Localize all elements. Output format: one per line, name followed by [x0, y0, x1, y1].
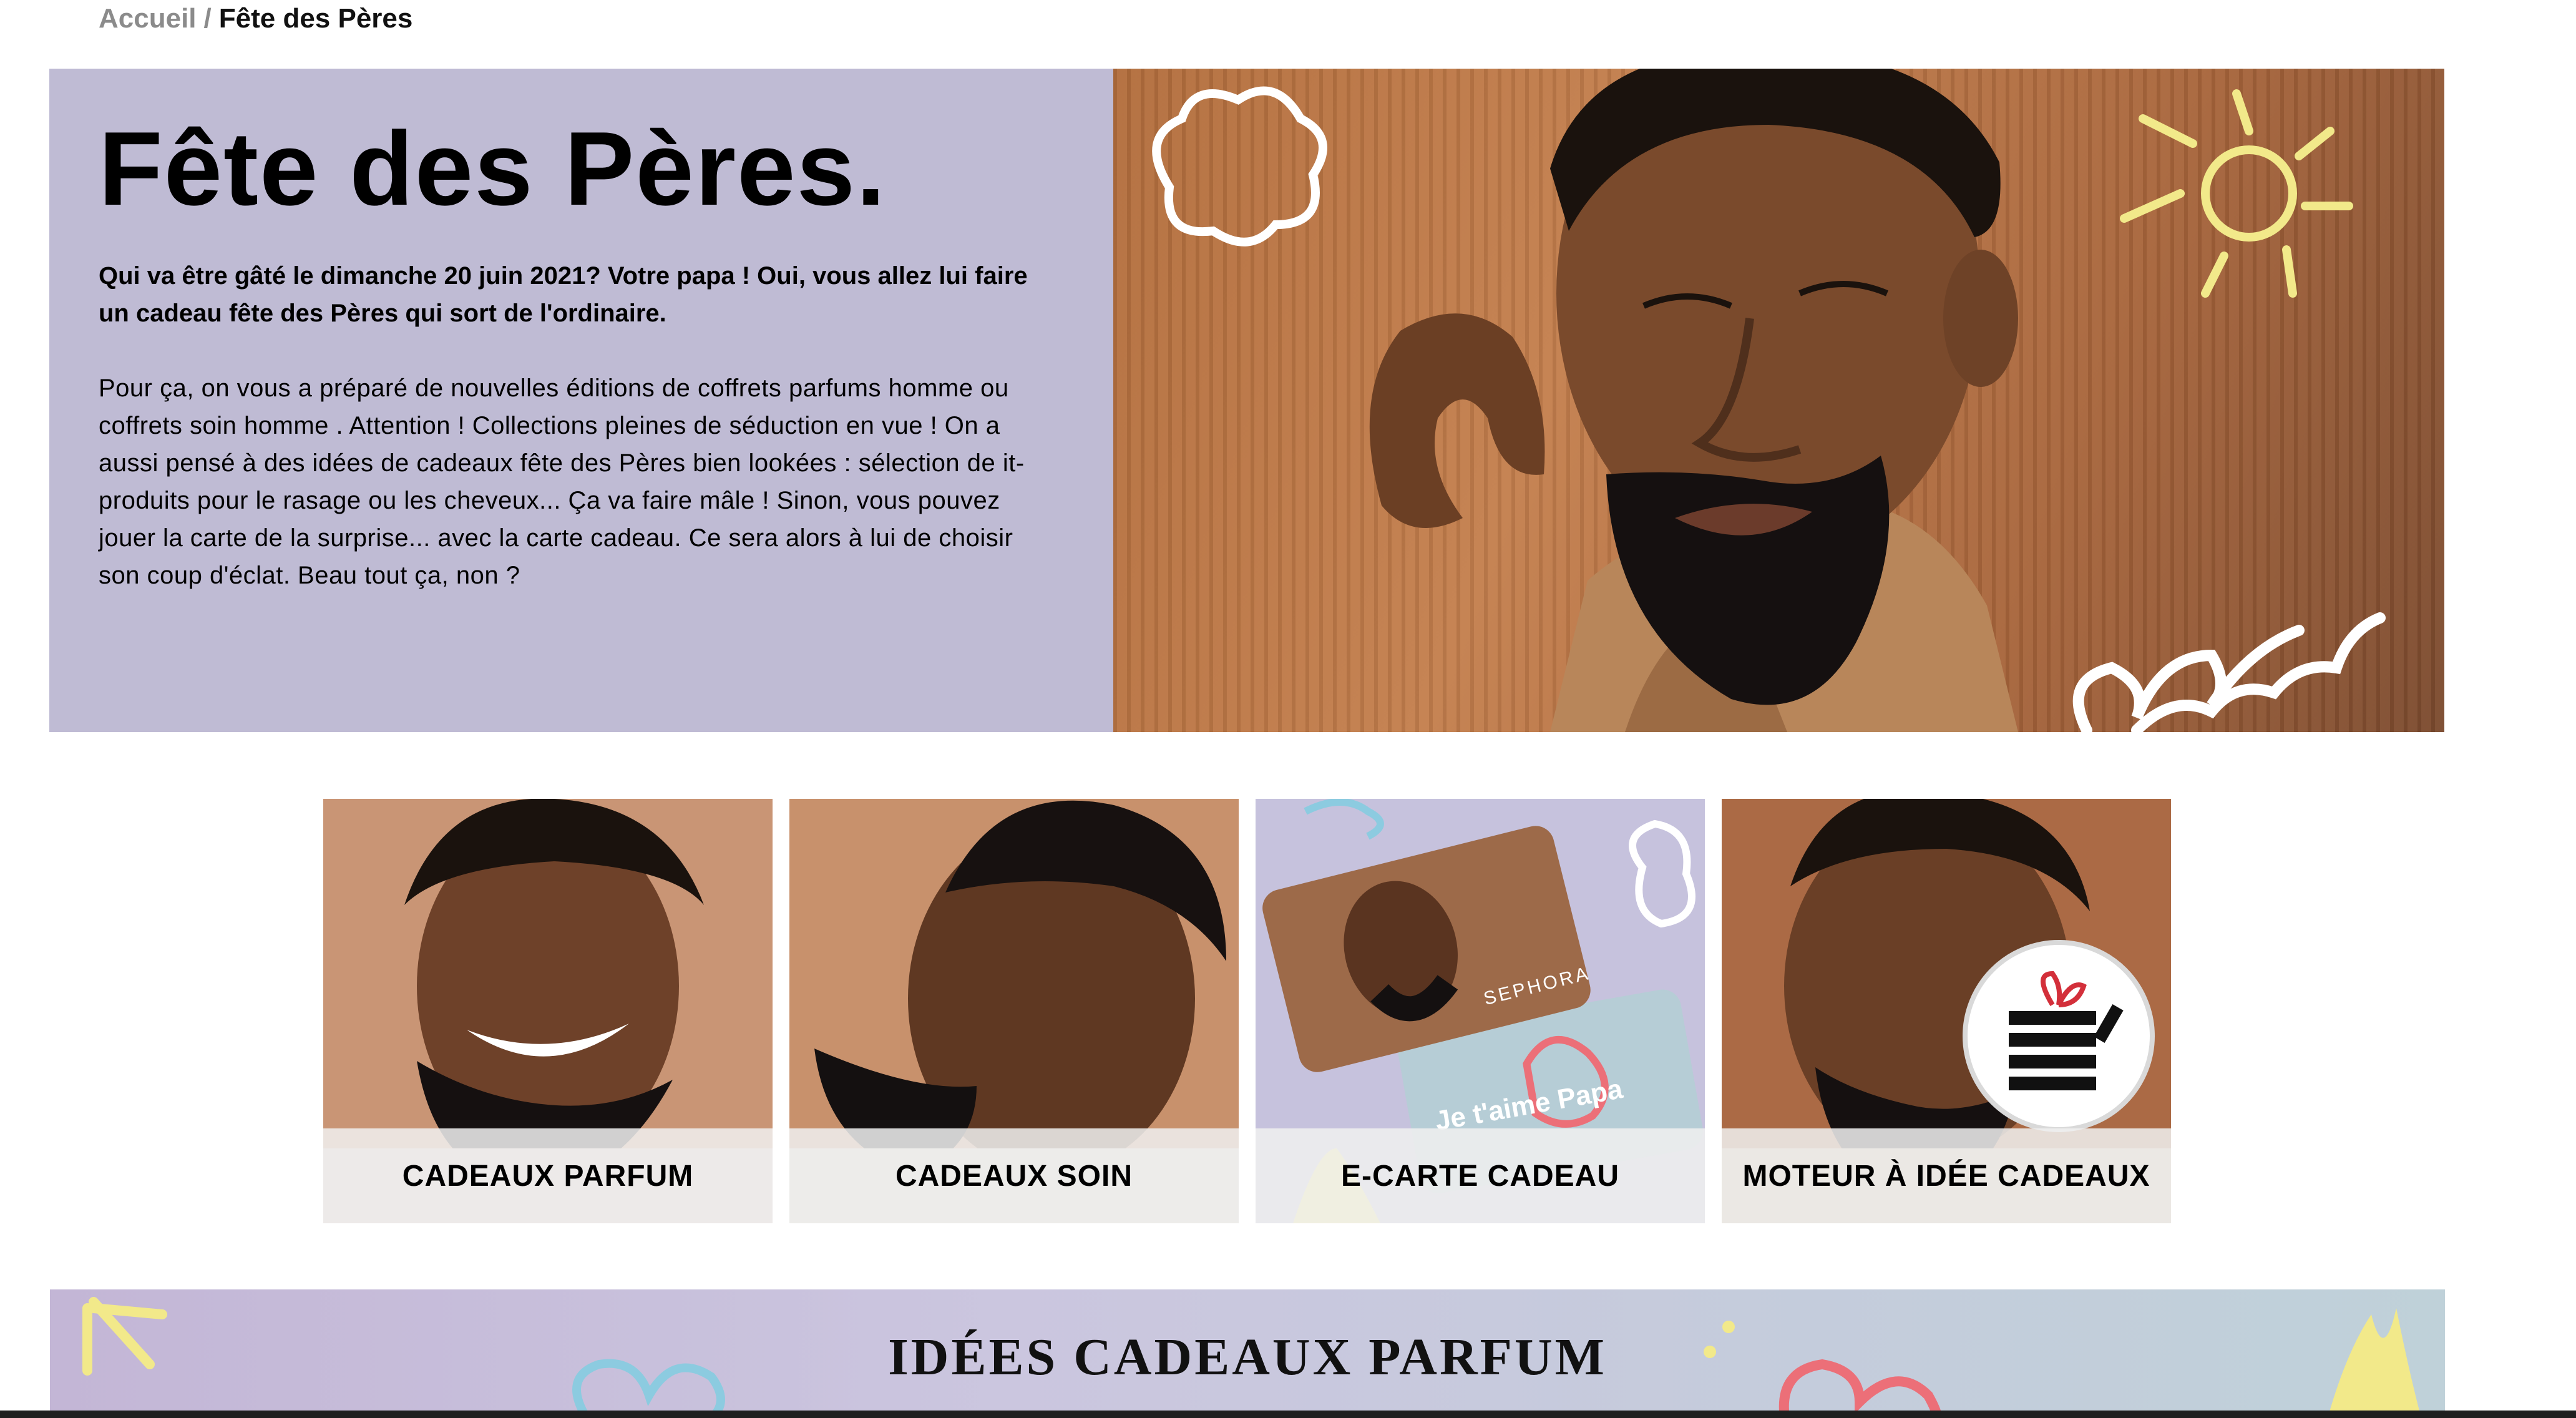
page-title: Fête des Pères.	[99, 110, 887, 227]
card-e-carte-cadeau[interactable]: Je t'aime Papa SEPHORA E-CARTE CADEAU	[1256, 799, 1705, 1223]
card-moteur-idee-cadeaux[interactable]: MOTEUR À IDÉE CADEAUX	[1722, 799, 2171, 1223]
breadcrumb-home-link[interactable]: Accueil	[99, 3, 197, 34]
breadcrumb: Accueil / Fête des Pères	[99, 0, 412, 37]
section-title: IDÉES CADEAUX PARFUM	[888, 1328, 1607, 1386]
card-cadeaux-parfum[interactable]: CADEAUX PARFUM	[323, 799, 773, 1223]
bottom-scroll-bar	[0, 1411, 2576, 1418]
section-banner-parfum: IDÉES CADEAUX PARFUM	[50, 1289, 2445, 1418]
hero-lead-paragraph: Qui va être gâté le dimanche 20 juin 202…	[99, 262, 1028, 327]
hero-photo	[1113, 69, 2444, 732]
hero-portrait-illustration	[1152, 69, 2386, 732]
breadcrumb-current: Fête des Pères	[218, 3, 413, 34]
card-e-carte-cadeau-label: E-CARTE CADEAU	[1256, 1128, 1705, 1223]
hero-text-panel: Fête des Pères. Qui va être gâté le dima…	[49, 69, 1113, 732]
breadcrumb-separator: /	[203, 3, 212, 34]
card-cadeaux-parfum-label: CADEAUX PARFUM	[323, 1128, 773, 1223]
card-cadeaux-soin-label: CADEAUX SOIN	[789, 1128, 1239, 1223]
gift-idea-icon	[1963, 940, 2155, 1132]
card-moteur-idee-cadeaux-label: MOTEUR À IDÉE CADEAUX	[1722, 1128, 2171, 1223]
card-cadeaux-soin[interactable]: CADEAUX SOIN	[789, 799, 1239, 1223]
hero-body-paragraph: Pour ça, on vous a préparé de nouvelles …	[99, 374, 1025, 589]
gift-category-cards: CADEAUX PARFUM CADEAUX SOIN Je t'aime Pa…	[323, 799, 2576, 1223]
hero-section: Fête des Pères. Qui va être gâté le dima…	[49, 69, 2444, 732]
